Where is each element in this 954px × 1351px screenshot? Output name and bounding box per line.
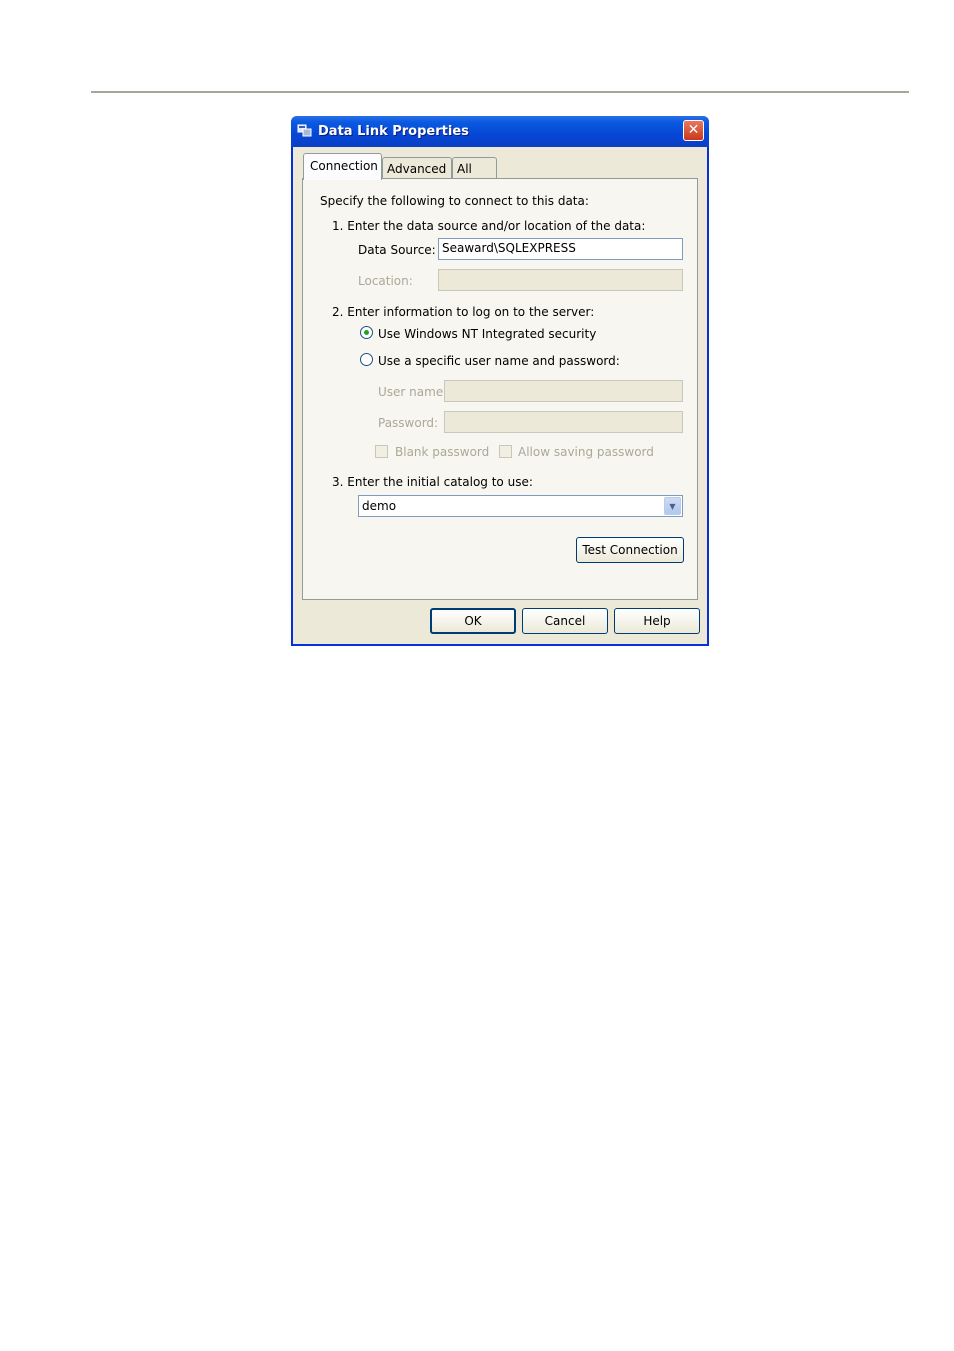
step2-label: 2. Enter information to log on to the se…	[332, 305, 595, 319]
allow-saving-label: Allow saving password	[518, 445, 654, 459]
title-bar[interactable]: Data Link Properties ✕	[291, 116, 709, 147]
cancel-button[interactable]: Cancel	[522, 608, 608, 634]
specific-user-radio[interactable]	[360, 353, 373, 366]
test-connection-button[interactable]: Test Connection	[576, 537, 684, 563]
nt-security-label[interactable]: Use Windows NT Integrated security	[378, 327, 596, 341]
tab-connection[interactable]: Connection	[303, 153, 382, 180]
data-link-properties-dialog: Data Link Properties ✕ Connection Advanc…	[291, 116, 709, 646]
password-label: Password:	[378, 416, 439, 430]
chevron-down-icon[interactable]: ▼	[664, 497, 681, 515]
location-label: Location:	[358, 274, 413, 288]
help-button[interactable]: Help	[614, 608, 700, 634]
blank-password-label: Blank password	[395, 445, 490, 459]
username-input[interactable]	[444, 380, 683, 402]
connection-panel: Specify the following to connect to this…	[302, 178, 698, 600]
specific-user-label[interactable]: Use a specific user name and password:	[378, 354, 620, 368]
intro-text: Specify the following to connect to this…	[320, 194, 589, 208]
blank-password-checkbox[interactable]	[375, 445, 388, 458]
data-source-label: Data Source:	[358, 243, 436, 257]
username-label: User name:	[378, 385, 448, 399]
step3-label: 3. Enter the initial catalog to use:	[332, 475, 533, 489]
tab-all[interactable]: All	[452, 157, 497, 179]
close-icon[interactable]: ✕	[683, 120, 704, 141]
allow-saving-checkbox[interactable]	[499, 445, 512, 458]
data-link-icon	[297, 124, 312, 137]
page-rule	[91, 91, 909, 93]
nt-security-radio[interactable]	[360, 326, 373, 339]
ok-button[interactable]: OK	[430, 608, 516, 634]
window-title: Data Link Properties	[318, 124, 469, 139]
catalog-value: demo	[362, 499, 397, 513]
password-input[interactable]	[444, 411, 683, 433]
location-input[interactable]	[438, 269, 683, 291]
tab-advanced[interactable]: Advanced	[382, 157, 452, 179]
initial-catalog-combo[interactable]: demo ▼	[358, 495, 683, 517]
step1-label: 1. Enter the data source and/or location…	[332, 219, 646, 233]
data-source-input[interactable]: Seaward\SQLEXPRESS	[438, 238, 683, 260]
